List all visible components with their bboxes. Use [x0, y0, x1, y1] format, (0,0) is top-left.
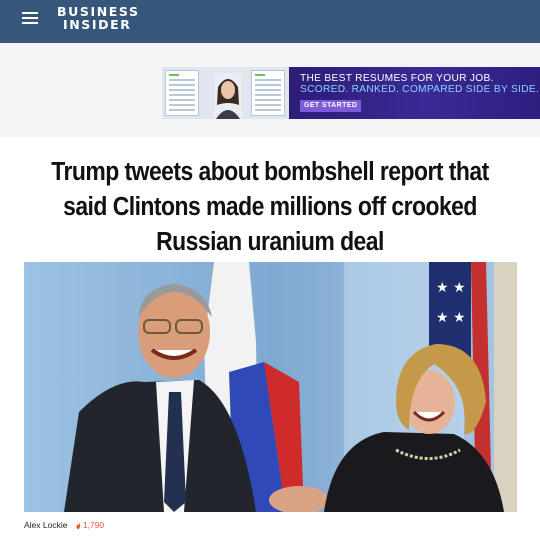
logo-line-2: INSIDER [63, 17, 132, 32]
woman-portrait-image [214, 73, 242, 119]
resume-document-image [165, 70, 199, 116]
article-headline: Trump tweets about bombshell report that… [51, 158, 489, 256]
view-count-value: 1,790 [82, 520, 105, 530]
site-logo[interactable]: BUSINESS INSIDER [57, 5, 140, 31]
resume-ad-banner[interactable]: THE BEST RESUMES FOR YOUR JOB. SCORED. R… [162, 67, 540, 119]
article-lead-photo: ★ ★ ★ ★ [24, 262, 517, 512]
view-count: 1,790 [76, 520, 104, 530]
svg-text:★ ★: ★ ★ [436, 310, 466, 326]
ad-copy-panel: THE BEST RESUMES FOR YOUR JOB. SCORED. R… [289, 67, 540, 119]
flame-icon [76, 522, 80, 529]
author-name[interactable]: Alex Lockie [24, 520, 67, 530]
svg-text:★ ★: ★ ★ [436, 280, 466, 296]
top-navigation-bar: BUSINESS INSIDER [0, 0, 540, 43]
ad-headline: THE BEST RESUMES FOR YOUR JOB. [300, 73, 494, 84]
ad-zone: THE BEST RESUMES FOR YOUR JOB. SCORED. R… [0, 43, 540, 137]
hamburger-menu-icon[interactable] [22, 12, 38, 24]
resume-document-image [251, 70, 285, 116]
get-started-button[interactable]: GET STARTED [300, 100, 362, 112]
ad-resume-collage [162, 67, 289, 119]
ad-subheadline: SCORED. RANKED. COMPARED SIDE BY SIDE. [300, 84, 540, 95]
article-byline: Alex Lockie 1,790 [24, 520, 104, 530]
